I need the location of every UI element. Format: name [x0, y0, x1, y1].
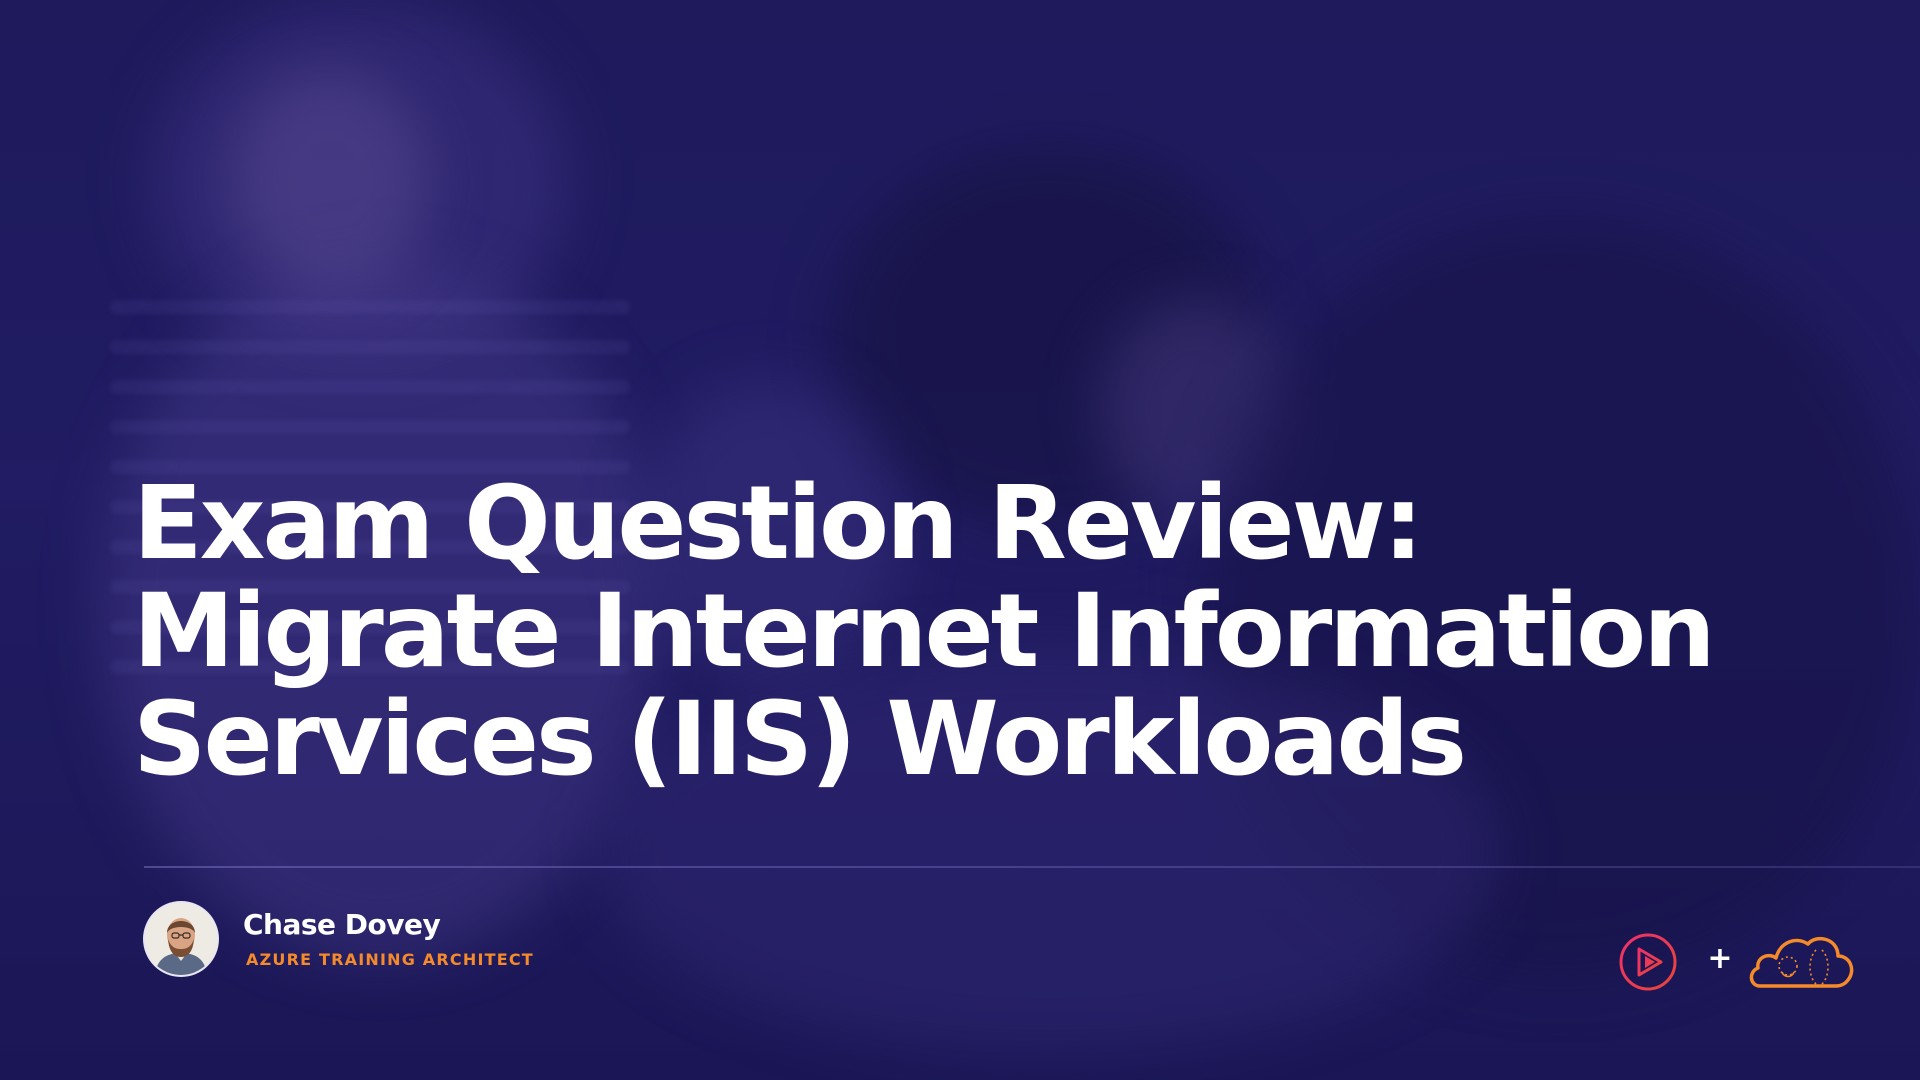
- slide-title-line-3: Services (IIS) Workloads: [133, 680, 1467, 799]
- brand-logos: +: [1614, 926, 1860, 996]
- title-slide: Exam Question Review: Migrate Internet I…: [0, 0, 1920, 1080]
- presenter-avatar: [145, 903, 217, 975]
- pluralsight-play-icon: [1619, 933, 1677, 991]
- slide-title: Exam Question Review: Migrate Internet I…: [133, 464, 1716, 799]
- plus-icon: +: [1707, 941, 1733, 976]
- person-icon: [145, 903, 217, 975]
- cloud-guru-cloud-icon: [1749, 936, 1854, 988]
- divider-line: [144, 866, 1920, 868]
- presenter-role: AZURE TRAINING ARCHITECT: [246, 950, 534, 969]
- slide-title-line-1: Exam Question Review:: [133, 464, 1424, 583]
- presenter-name: Chase Dovey: [243, 908, 441, 941]
- slide-title-line-2: Migrate Internet Information: [133, 572, 1716, 691]
